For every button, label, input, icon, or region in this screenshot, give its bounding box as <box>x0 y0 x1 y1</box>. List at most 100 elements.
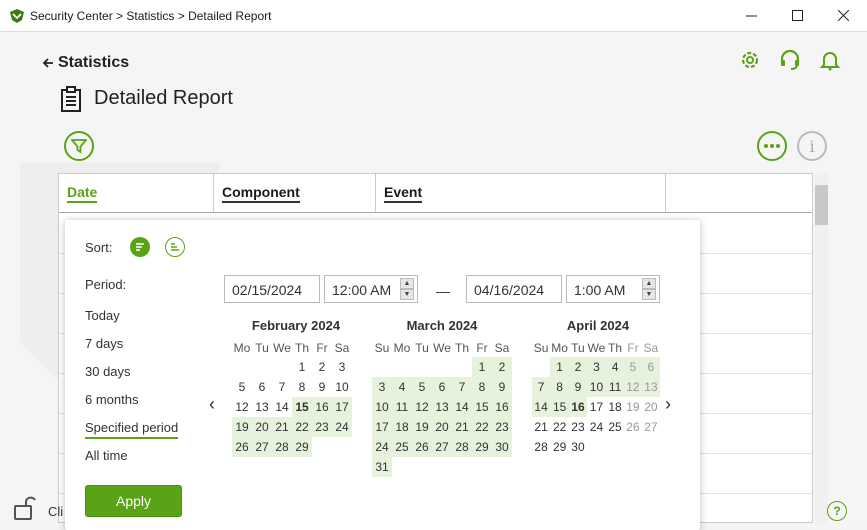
more-options-button[interactable] <box>757 131 787 161</box>
calendar-day[interactable]: 26 <box>232 437 252 457</box>
calendar-day[interactable]: 2 <box>569 357 587 377</box>
calendar-day[interactable]: 27 <box>252 437 272 457</box>
calendar-day[interactable]: 3 <box>332 357 352 377</box>
calendar-day[interactable]: 29 <box>472 437 492 457</box>
calendar-day[interactable]: 3 <box>586 357 607 377</box>
from-time-up[interactable]: ▲ <box>400 278 414 289</box>
filter-button[interactable] <box>64 131 94 161</box>
calendar-day[interactable]: 7 <box>272 377 292 397</box>
calendar-day[interactable]: 4 <box>606 357 625 377</box>
to-date-field[interactable]: 04/16/2024 <box>466 275 562 303</box>
column-header-component[interactable]: Component <box>214 174 376 212</box>
calendar-day[interactable]: 18 <box>392 417 412 437</box>
calendar-day[interactable]: 28 <box>452 437 472 457</box>
calendar-day[interactable]: 20 <box>642 397 660 417</box>
scrollbar-thumb[interactable] <box>815 185 828 225</box>
calendar-day[interactable]: 21 <box>532 417 550 437</box>
calendar-day[interactable]: 2 <box>312 357 332 377</box>
calendar-day[interactable]: 7 <box>532 377 551 397</box>
calendar-day[interactable]: 19 <box>412 417 432 437</box>
prev-month-chevron-icon[interactable]: ‹ <box>209 394 215 415</box>
calendar-day-range-end[interactable]: 16 <box>569 397 587 417</box>
calendar-day[interactable]: 27 <box>432 437 452 457</box>
period-specified[interactable]: Specified period <box>85 420 179 439</box>
support-headset-icon[interactable] <box>778 48 802 72</box>
calendar-day[interactable]: 8 <box>292 377 312 397</box>
calendar-day[interactable]: 5 <box>412 377 432 397</box>
to-time-field[interactable]: 1:00 AM ▲ ▼ <box>566 275 660 303</box>
calendar-day[interactable]: 12 <box>232 397 252 417</box>
settings-gear-icon[interactable] <box>738 48 762 72</box>
calendar-day[interactable]: 23 <box>492 417 512 437</box>
calendar-day[interactable]: 28 <box>272 437 292 457</box>
to-time-down[interactable]: ▼ <box>642 289 656 300</box>
calendar-day[interactable]: 17 <box>587 397 606 417</box>
calendar-day[interactable]: 25 <box>392 437 412 457</box>
calendar-day-range-start[interactable]: 15 <box>292 397 312 417</box>
sort-descending-button[interactable] <box>130 237 150 257</box>
apply-button[interactable]: Apply <box>85 485 182 517</box>
calendar-day[interactable]: 20 <box>252 417 272 437</box>
calendar-day[interactable]: 13 <box>252 397 272 417</box>
lock-status-text[interactable]: Cli <box>48 504 63 519</box>
calendar-day[interactable]: 22 <box>550 417 569 437</box>
calendar-day[interactable]: 12 <box>412 397 432 417</box>
info-button[interactable]: i <box>797 131 827 161</box>
sort-ascending-button[interactable] <box>165 237 185 257</box>
calendar-day[interactable]: 17 <box>332 397 352 417</box>
calendar-day[interactable]: 11 <box>606 377 625 397</box>
calendar-day[interactable]: 12 <box>624 377 642 397</box>
minimize-button[interactable] <box>728 0 774 31</box>
calendar-day[interactable]: 24 <box>372 437 392 457</box>
calendar-day[interactable]: 10 <box>332 377 352 397</box>
calendar-day[interactable]: 23 <box>312 417 332 437</box>
calendar-day[interactable]: 19 <box>624 397 642 417</box>
calendar-day[interactable]: 29 <box>550 437 569 457</box>
calendar-day[interactable]: 19 <box>232 417 252 437</box>
calendar-day[interactable]: 14 <box>452 397 472 417</box>
calendar-day[interactable]: 23 <box>569 417 587 437</box>
calendar-day[interactable]: 20 <box>432 417 452 437</box>
period-6-months[interactable]: 6 months <box>85 392 138 407</box>
period-7-days[interactable]: 7 days <box>85 336 123 351</box>
calendar-day[interactable]: 10 <box>372 397 392 417</box>
notifications-bell-icon[interactable] <box>818 48 842 72</box>
column-header-date[interactable]: Date <box>59 174 214 212</box>
from-time-field[interactable]: 12:00 AM ▲ ▼ <box>324 275 418 303</box>
calendar-day[interactable]: 14 <box>532 397 551 417</box>
calendar-day[interactable]: 15 <box>472 397 492 417</box>
calendar-day[interactable]: 3 <box>372 377 392 397</box>
calendar-day[interactable]: 13 <box>432 397 452 417</box>
calendar-day[interactable]: 30 <box>569 437 587 457</box>
calendar-day[interactable]: 6 <box>252 377 272 397</box>
calendar-day[interactable]: 5 <box>624 357 642 377</box>
calendar-day[interactable]: 9 <box>312 377 332 397</box>
calendar-day[interactable]: 30 <box>492 437 512 457</box>
calendar-day[interactable]: 25 <box>606 417 624 437</box>
calendar-day[interactable]: 24 <box>332 417 352 437</box>
help-icon[interactable]: ? <box>827 501 847 521</box>
calendar-day[interactable]: 1 <box>472 357 492 377</box>
calendar-day[interactable]: 7 <box>452 377 472 397</box>
calendar-day[interactable]: 15 <box>550 397 570 417</box>
calendar-day[interactable]: 9 <box>492 377 512 397</box>
calendar-day[interactable]: 13 <box>641 377 660 397</box>
from-time-down[interactable]: ▼ <box>400 289 414 300</box>
next-month-chevron-icon[interactable]: › <box>665 394 671 415</box>
unlock-icon[interactable] <box>14 494 36 520</box>
calendar-day[interactable]: 17 <box>372 417 392 437</box>
calendar-day[interactable]: 10 <box>586 377 607 397</box>
calendar-day[interactable]: 14 <box>272 397 292 417</box>
calendar-day[interactable]: 18 <box>606 397 624 417</box>
calendar-day[interactable]: 31 <box>372 457 392 477</box>
back-link[interactable]: Statistics <box>42 54 129 72</box>
calendar-day[interactable]: 5 <box>232 377 252 397</box>
period-30-days[interactable]: 30 days <box>85 364 131 379</box>
period-today[interactable]: Today <box>85 308 120 323</box>
calendar-day[interactable]: 22 <box>472 417 492 437</box>
period-all-time[interactable]: All time <box>85 448 128 463</box>
calendar-day[interactable]: 16 <box>312 397 332 417</box>
close-button[interactable] <box>820 0 866 31</box>
vertical-scrollbar[interactable] <box>815 173 828 525</box>
calendar-day[interactable]: 4 <box>392 377 412 397</box>
